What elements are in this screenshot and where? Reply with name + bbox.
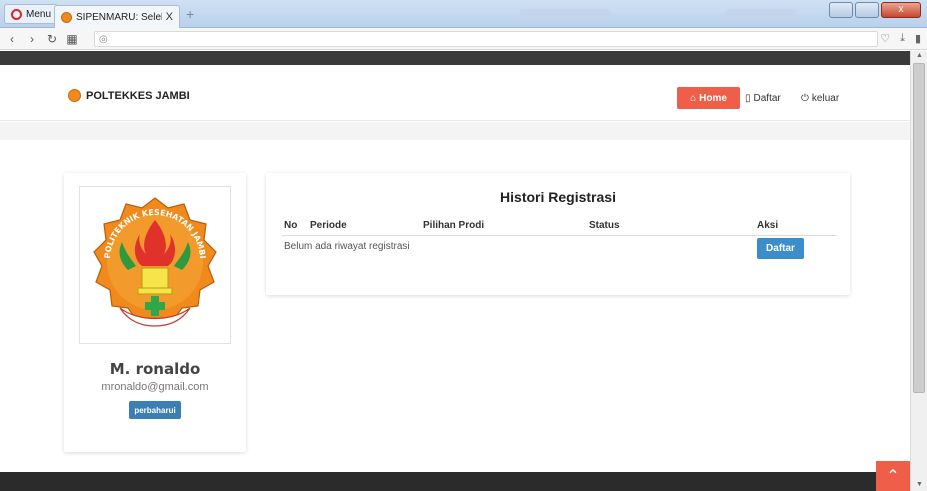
- tab-favicon-icon: [61, 11, 72, 23]
- download-icon[interactable]: ⤓: [900, 32, 905, 45]
- top-dark-strip: [0, 51, 910, 65]
- page-footer: [0, 472, 910, 491]
- page-scrollbar[interactable]: ▲ ▼: [910, 51, 927, 491]
- back-icon[interactable]: ‹: [4, 32, 20, 46]
- site-brand[interactable]: POLTEKKES JAMBI: [68, 89, 190, 102]
- scroll-up-arrow-icon[interactable]: ▲: [911, 52, 927, 59]
- scroll-down-arrow-icon[interactable]: ▼: [911, 481, 927, 488]
- window-close-button[interactable]: x: [881, 2, 921, 18]
- update-profile-button[interactable]: perbaharui: [129, 401, 181, 419]
- nav-home-button[interactable]: ⌂ Home: [677, 87, 740, 109]
- heart-icon[interactable]: ♡: [880, 32, 890, 45]
- power-icon: ⏻: [801, 92, 809, 104]
- nav-keluar-link[interactable]: ⏻ keluar: [801, 87, 839, 109]
- nav-daftar-label: Daftar: [753, 92, 781, 104]
- site-navbar: POLTEKKES JAMBI ⌂ Home ▯ Daftar ⏻ keluar: [0, 65, 910, 121]
- empty-history-message: Belum ada riwayat registrasi: [284, 241, 410, 252]
- browser-menu-label: Menu: [26, 8, 52, 20]
- forward-icon[interactable]: ›: [24, 32, 40, 46]
- new-tab-icon[interactable]: +: [186, 7, 200, 21]
- table-header-divider: [282, 235, 837, 236]
- nav-daftar-link[interactable]: ▯ Daftar: [745, 87, 781, 109]
- titlebar-blurred-text: [520, 9, 610, 18]
- scroll-to-top-button[interactable]: ⌃: [876, 461, 910, 491]
- brand-logo-icon: [68, 89, 81, 102]
- scrollbar-thumb[interactable]: [913, 63, 925, 393]
- institution-logo: POLITEKNIK KESEHATAN JAMBI: [79, 186, 231, 344]
- battery-icon[interactable]: ▮: [915, 32, 921, 45]
- nav-keluar-label: keluar: [811, 92, 840, 104]
- tab-title: SIPENMARU: Seleksi Pener: [76, 11, 162, 23]
- profile-email: mronaldo@gmail.com: [101, 381, 209, 393]
- page-header-band: [0, 122, 910, 140]
- daftar-button[interactable]: Daftar: [757, 238, 804, 259]
- url-input[interactable]: ◎: [94, 31, 878, 47]
- chevron-up-icon: ⌃: [886, 468, 900, 485]
- registration-history-card: Histori Registrasi No Periode Pilihan Pr…: [266, 173, 850, 295]
- history-title: Histori Registrasi: [500, 189, 616, 205]
- speed-dial-icon[interactable]: ▦: [64, 32, 80, 46]
- browser-titlebar: Menu SIPENMARU: Seleksi Pener X + ▽ x: [0, 0, 927, 28]
- profile-name: M. ronaldo: [109, 360, 201, 378]
- globe-icon: ◎: [99, 33, 108, 45]
- titlebar-blurred-text: [726, 9, 796, 18]
- minimize-button[interactable]: [829, 2, 853, 18]
- column-header-no: No: [284, 220, 298, 231]
- reload-icon[interactable]: ↻: [44, 32, 60, 46]
- browser-tab-active[interactable]: SIPENMARU: Seleksi Pener X: [54, 5, 180, 28]
- column-header-pilihan-prodi: Pilihan Prodi: [423, 220, 485, 231]
- poltekkes-logo-icon: POLITEKNIK KESEHATAN JAMBI: [93, 197, 217, 327]
- home-icon: ⌂: [690, 92, 697, 104]
- column-header-aksi: Aksi: [757, 220, 779, 231]
- brand-name: POLTEKKES JAMBI: [86, 89, 190, 102]
- window-controls: x: [829, 2, 921, 18]
- book-icon: ▯: [745, 92, 751, 104]
- opera-logo-icon: [11, 8, 22, 20]
- address-bar-actions: ♡ ⤓ ▮: [880, 32, 921, 45]
- browser-menu-button[interactable]: Menu: [4, 4, 59, 24]
- nav-home-label: Home: [699, 92, 727, 104]
- column-header-status: Status: [589, 220, 620, 231]
- maximize-button[interactable]: [855, 2, 879, 18]
- browser-address-bar: ‹ › ↻ ▦ ◎ ♡ ⤓ ▮: [0, 28, 927, 50]
- column-header-periode: Periode: [310, 220, 347, 231]
- tab-close-icon[interactable]: X: [166, 11, 173, 23]
- profile-card: POLITEKNIK KESEHATAN JAMBI M. ronaldo mr…: [64, 173, 246, 452]
